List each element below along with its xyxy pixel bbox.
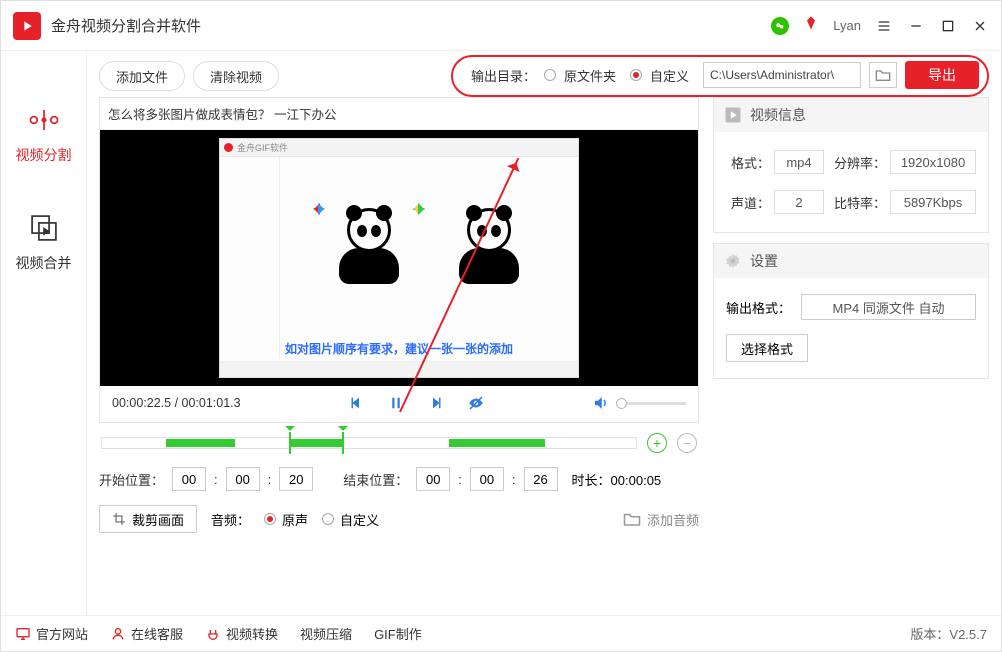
menu-icon[interactable]: [875, 17, 893, 35]
close-button[interactable]: [971, 17, 989, 35]
footer-compress[interactable]: 视频压缩: [300, 624, 352, 643]
sidebar-item-label: 视频合并: [16, 253, 72, 273]
footer-convert[interactable]: 视频转换: [205, 624, 278, 643]
pause-button[interactable]: [387, 394, 405, 412]
volume-slider[interactable]: [616, 402, 686, 405]
video-caption: 如对图片顺序有要求，建议一张一张的添加: [220, 340, 578, 357]
merge-icon: [27, 211, 61, 245]
export-button[interactable]: 导出: [905, 61, 979, 89]
minimize-button[interactable]: [907, 17, 925, 35]
video-canvas[interactable]: 金舟GIF软件: [100, 130, 698, 386]
radio-custom-folder[interactable]: [630, 69, 642, 81]
app-logo: [13, 12, 41, 40]
settings-card: 设置 输出格式： MP4 同源文件 自动 选择格式: [713, 243, 989, 379]
output-dir-group: 输出目录： 原文件夹 自定义 导出: [451, 55, 989, 97]
headset-icon: [110, 626, 126, 642]
start-sec-input[interactable]: 20: [279, 467, 313, 491]
radio-audio-custom[interactable]: [322, 513, 334, 525]
channel-value: 2: [774, 190, 824, 214]
add-file-button[interactable]: 添加文件: [99, 61, 185, 91]
gear-icon: [724, 252, 742, 270]
clear-video-button[interactable]: 清除视频: [193, 61, 279, 91]
remove-segment-button[interactable]: −: [677, 433, 697, 453]
crop-icon: [112, 512, 126, 526]
plug-icon: [205, 626, 221, 642]
folder-icon: [875, 68, 891, 82]
monitor-icon: [15, 626, 31, 642]
app-title: 金舟视频分割合并软件: [51, 15, 201, 36]
playback-time: 00:00:22.5 / 00:01:01.3: [112, 396, 241, 410]
prev-frame-button[interactable]: [347, 394, 365, 412]
play-icon: [724, 106, 742, 124]
end-sec-input[interactable]: 26: [524, 467, 558, 491]
sidebar-item-label: 视频分割: [16, 145, 72, 165]
hide-preview-button[interactable]: [467, 394, 485, 412]
output-dir-label: 输出目录：: [471, 66, 536, 85]
crop-frame-button[interactable]: 裁剪画面: [99, 505, 197, 533]
radio-original-folder[interactable]: [544, 69, 556, 81]
volume-icon[interactable]: [592, 394, 610, 412]
video-player: 怎么将多张图片做成表情包？ 一江下办公 金舟GIF软件: [99, 97, 699, 423]
sidebar: 视频分割 视频合并: [1, 51, 87, 615]
sidebar-item-merge[interactable]: 视频合并: [1, 193, 86, 301]
wechat-icon: [771, 17, 789, 35]
browse-folder-button[interactable]: [869, 62, 897, 88]
start-min-input[interactable]: 00: [226, 467, 260, 491]
video-info-card: 视频信息 格式： mp4 分辨率： 1920x1080 声道： 2 比特率：: [713, 97, 989, 233]
sidebar-item-split[interactable]: 视频分割: [1, 85, 86, 193]
footer-support[interactable]: 在线客服: [110, 624, 183, 643]
title-bar: 金舟视频分割合并软件 Lyan: [1, 1, 1001, 51]
version-label: 版本：V2.5.7: [910, 624, 987, 643]
crop-audio-row: 裁剪画面 音频： 原声 自定义 添加音频: [99, 505, 699, 533]
footer: 官方网站 在线客服 视频转换 视频压缩 GIF制作 版本：V2.5.7: [1, 615, 1001, 651]
start-hour-input[interactable]: 00: [172, 467, 206, 491]
maximize-button[interactable]: [939, 17, 957, 35]
end-marker[interactable]: [342, 432, 344, 454]
bitrate-value: 5897Kbps: [890, 190, 976, 214]
choose-format-button[interactable]: 选择格式: [726, 334, 808, 362]
next-frame-button[interactable]: [427, 394, 445, 412]
add-audio-button[interactable]: 添加音频: [623, 510, 699, 529]
split-icon: [27, 103, 61, 137]
end-hour-input[interactable]: 00: [416, 467, 450, 491]
cut-range-row: 开始位置： 00: 00: 20 结束位置： 00: 00: 26 时长：00:…: [99, 467, 699, 491]
top-toolbar: 添加文件 清除视频 输出目录： 原文件夹 自定义 导出: [99, 61, 989, 97]
diamond-icon: [803, 15, 819, 36]
output-format-value: MP4 同源文件 自动: [801, 294, 976, 320]
format-value: mp4: [774, 150, 824, 174]
timeline: + −: [101, 433, 697, 453]
radio-audio-original[interactable]: [264, 513, 276, 525]
resolution-value: 1920x1080: [890, 150, 976, 174]
add-segment-button[interactable]: +: [647, 433, 667, 453]
timeline-track[interactable]: [101, 437, 637, 449]
folder-icon: [623, 511, 641, 527]
footer-website[interactable]: 官方网站: [15, 624, 88, 643]
output-path-input[interactable]: [703, 62, 861, 88]
end-min-input[interactable]: 00: [470, 467, 504, 491]
start-marker[interactable]: [289, 432, 291, 454]
user-name: Lyan: [833, 18, 861, 33]
footer-gif[interactable]: GIF制作: [374, 624, 422, 643]
video-title: 怎么将多张图片做成表情包？ 一江下办公: [100, 98, 698, 130]
